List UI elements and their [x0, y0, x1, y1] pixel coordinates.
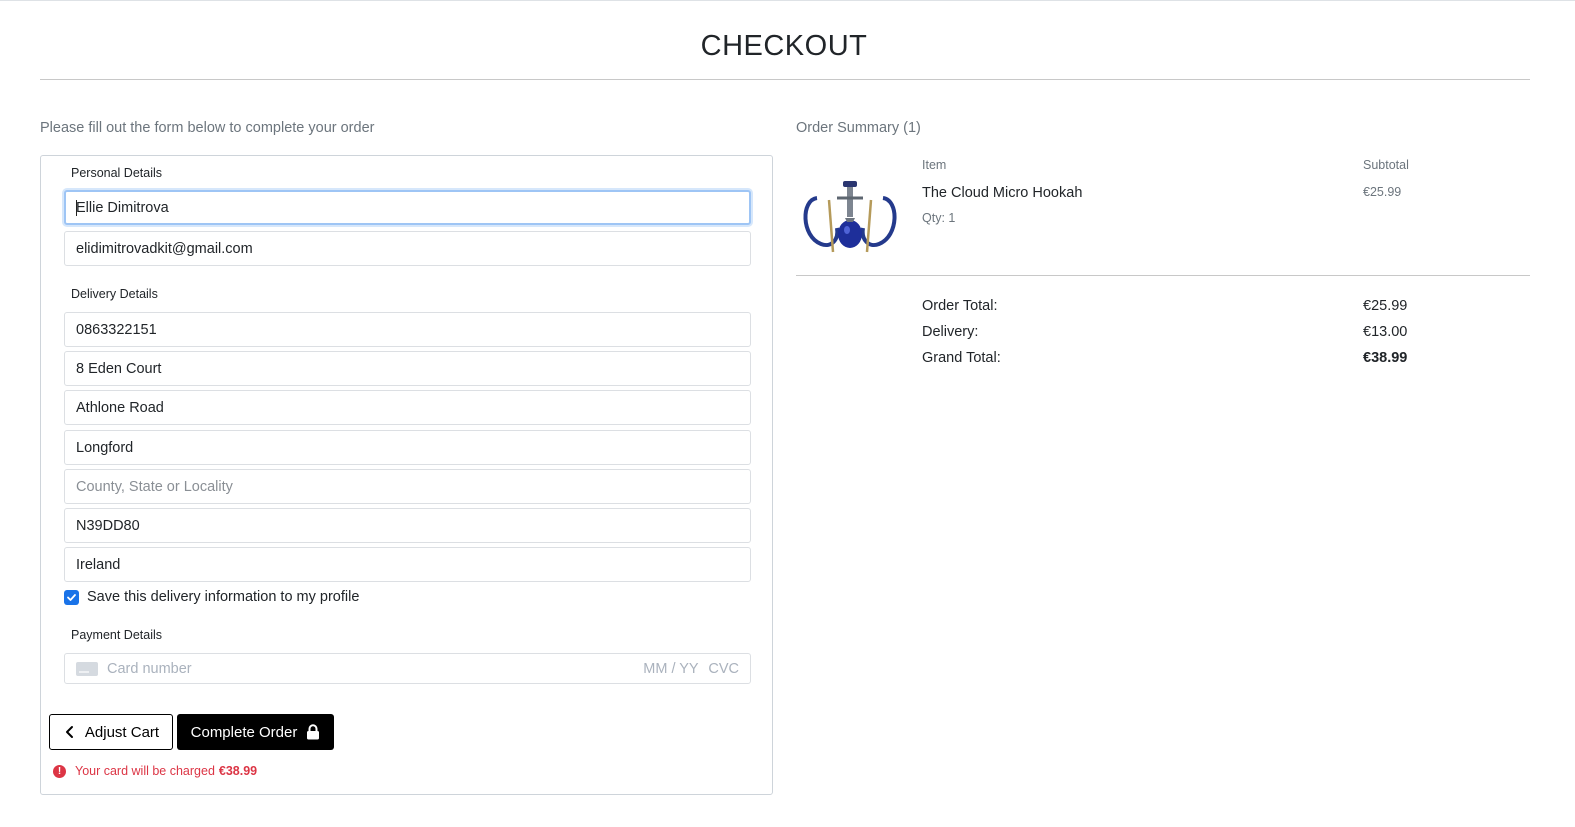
- order-total-value: €25.99: [1363, 298, 1408, 314]
- street-address-2-input[interactable]: Athlone Road: [64, 390, 751, 425]
- phone-value: 0863322151: [76, 321, 157, 338]
- checkout-form: Personal Details Ellie Dimitrova elidimi…: [40, 155, 773, 795]
- delivery-label: Delivery:: [922, 324, 979, 340]
- email-value: elidimitrovadkit@gmail.com: [76, 240, 253, 257]
- email-input[interactable]: elidimitrovadkit@gmail.com: [64, 231, 751, 266]
- town-value: Longford: [76, 439, 134, 456]
- save-info-label: Save this delivery information to my pro…: [87, 589, 360, 605]
- country-value: Ireland: [76, 556, 121, 573]
- street-address-1-input[interactable]: 8 Eden Court: [64, 351, 751, 386]
- exclamation-circle-icon: !: [53, 764, 66, 778]
- phone-input[interactable]: 0863322151: [64, 312, 751, 347]
- grand-total-value: €38.99: [1363, 350, 1408, 366]
- save-info-row: Save this delivery information to my pro…: [64, 589, 359, 605]
- item-column-header: Item: [922, 158, 947, 172]
- credit-card-icon: [76, 661, 98, 676]
- card-expiry-placeholder: MM / YY: [643, 660, 699, 677]
- subtotal-column-header: Subtotal: [1363, 158, 1409, 172]
- card-number-placeholder: Card number: [107, 660, 192, 677]
- adjust-cart-button[interactable]: Adjust Cart: [49, 714, 173, 750]
- charge-amount: €38.99: [218, 764, 258, 778]
- check-icon: [67, 593, 76, 601]
- product-image[interactable]: [799, 178, 901, 258]
- product-subtotal: €25.99: [1363, 185, 1402, 199]
- charge-notice: ! Your card will be charged €38.99: [53, 764, 257, 778]
- street-address-2-value: Athlone Road: [76, 399, 164, 416]
- county-placeholder: County, State or Locality: [76, 478, 233, 495]
- full-name-input[interactable]: Ellie Dimitrova: [64, 190, 751, 225]
- payment-details-legend: Payment Details: [71, 628, 163, 642]
- personal-details-legend: Personal Details: [71, 166, 163, 180]
- full-name-value: Ellie Dimitrova: [76, 199, 169, 216]
- product-quantity: Qty: 1: [922, 211, 956, 225]
- delivery-value: €13.00: [1363, 324, 1408, 340]
- card-cvc-placeholder: CVC: [708, 660, 739, 677]
- chevron-left-icon: [65, 726, 73, 738]
- grand-total-label: Grand Total:: [922, 350, 1001, 366]
- complete-order-label: Complete Order: [190, 723, 298, 741]
- card-element[interactable]: Card number MM / YY CVC: [64, 653, 751, 684]
- top-border: [0, 0, 1575, 1]
- order-summary-title: Order Summary (1): [796, 120, 921, 136]
- delivery-details-legend: Delivery Details: [71, 287, 158, 301]
- order-total-label: Order Total:: [922, 298, 998, 314]
- postcode-input[interactable]: N39DD80: [64, 508, 751, 543]
- adjust-cart-label: Adjust Cart: [84, 723, 160, 741]
- product-name: The Cloud Micro Hookah: [922, 185, 1083, 201]
- complete-order-button[interactable]: Complete Order: [177, 714, 334, 750]
- save-info-checkbox[interactable]: [64, 589, 79, 605]
- country-input[interactable]: Ireland: [64, 547, 751, 582]
- page-title: CHECKOUT: [700, 30, 868, 62]
- town-input[interactable]: Longford: [64, 430, 751, 465]
- title-divider: [40, 79, 1530, 80]
- lock-icon: [307, 724, 320, 740]
- form-intro: Please fill out the form below to comple…: [40, 120, 375, 136]
- county-input[interactable]: County, State or Locality: [64, 469, 751, 504]
- street-address-1-value: 8 Eden Court: [76, 360, 162, 377]
- charge-notice-text: Your card will be charged: [75, 764, 215, 778]
- summary-divider: [796, 275, 1530, 276]
- postcode-value: N39DD80: [76, 517, 140, 534]
